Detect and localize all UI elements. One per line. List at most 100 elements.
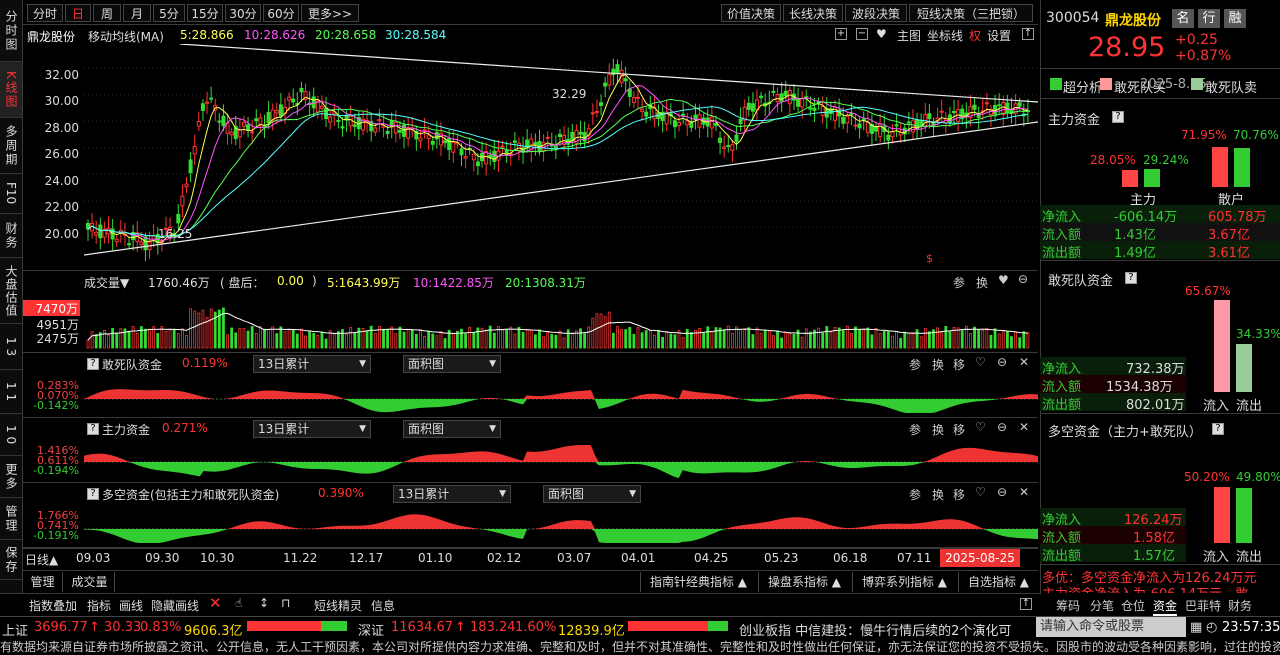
right-tab[interactable]: 巴菲特 [1185, 597, 1221, 614]
indicator-tab-custom[interactable]: 自选指标 ▲ [958, 572, 1038, 592]
panel-param-button[interactable]: 参 [909, 356, 921, 373]
side-tab-more[interactable]: 更多 [0, 456, 22, 498]
panel-heart-icon[interactable]: ♡ [975, 355, 986, 369]
volume-tab[interactable]: 成交量 [65, 572, 115, 592]
dividend-marker-icon[interactable]: $ [926, 252, 933, 265]
panel-heart-icon[interactable]: ♡ [975, 485, 986, 499]
indicator-tab-compass[interactable]: 指南针经典指标 ▲ [640, 572, 756, 592]
swing-decision-tab[interactable]: 波段决策 [845, 4, 907, 22]
side-tab-kline[interactable]: K线图 [0, 62, 22, 118]
favorite-heart-icon[interactable]: ♥ [876, 27, 887, 41]
period-month[interactable]: 月 [123, 4, 151, 22]
vol-param-button[interactable]: 参 [953, 274, 965, 291]
panel-param-button[interactable]: 参 [909, 486, 921, 503]
zoom-out-icon[interactable]: − [856, 28, 868, 40]
panel-switch-button[interactable]: 换 [932, 486, 944, 503]
panel-param-button[interactable]: 参 [909, 421, 921, 438]
right-tab[interactable]: 资金 [1153, 597, 1178, 616]
fund-area-chart[interactable] [84, 442, 1038, 480]
style-select[interactable]: 面积图 ▼ [403, 355, 501, 373]
kline-chart[interactable] [84, 44, 1038, 270]
help-icon[interactable]: ? [87, 488, 99, 500]
panel-close-icon[interactable]: ✕ [1019, 420, 1029, 434]
side-tab-manage[interactable]: 管理 [0, 498, 22, 540]
panel-move-button[interactable]: 移 [953, 421, 965, 438]
style-select[interactable]: 面积图 ▼ [543, 485, 641, 503]
help-icon[interactable]: ? [87, 358, 99, 370]
collapse-icon[interactable]: ↑ [1020, 598, 1032, 610]
pointer-hand-icon[interactable]: ☝ [235, 596, 242, 610]
indicator-button[interactable]: 指标 [87, 597, 111, 614]
side-tab-13[interactable]: 1 3 [0, 324, 22, 370]
side-tab-save[interactable]: 保存 [0, 540, 22, 580]
period-day[interactable]: 日 [65, 4, 91, 22]
manage-tab[interactable]: 管理 [23, 572, 63, 592]
command-input[interactable]: 请输入命令或股票 [1036, 617, 1186, 637]
vertical-move-icon[interactable]: ↕ [259, 596, 269, 610]
side-tab-timeshare[interactable]: 分时图 [0, 0, 22, 62]
coord-line-button[interactable]: 坐标线 [927, 27, 963, 44]
settings-button[interactable]: 设置 [987, 27, 1011, 44]
panel-search-icon[interactable]: ⊖ [997, 485, 1007, 499]
zoom-in-icon[interactable]: + [835, 28, 847, 40]
short-line-spirit-button[interactable]: 短线精灵 [314, 597, 362, 614]
grid-icon[interactable]: ▦ [1190, 620, 1202, 635]
period-axis-label[interactable]: 日线▲ [25, 551, 58, 568]
panel-heart-icon[interactable]: ♡ [975, 420, 986, 434]
volume-title[interactable]: 成交量▼ [84, 274, 129, 291]
side-tab-f10[interactable]: F10 [0, 174, 22, 214]
volume-chart[interactable] [84, 294, 1038, 350]
name-button[interactable]: 名 [1172, 9, 1194, 28]
side-tab-valuation[interactable]: 大盘估值 [0, 258, 22, 324]
help-icon[interactable]: ? [87, 423, 99, 435]
hide-lines-button[interactable]: 隐藏画线 [151, 597, 199, 614]
adjust-right-button[interactable]: 权 [969, 27, 981, 44]
panel-switch-button[interactable]: 换 [932, 356, 944, 373]
period-select[interactable]: 13日累计 ▼ [253, 355, 371, 373]
vol-switch-button[interactable]: 换 [976, 274, 988, 291]
period-60min[interactable]: 60分 [263, 4, 299, 22]
sz-label[interactable]: 深证 [358, 620, 384, 639]
indicator-tab-trading[interactable]: 操盘系指标 ▲ [758, 572, 850, 592]
lock-icon[interactable]: ⊓ [281, 596, 290, 610]
side-tab-11[interactable]: 1 1 [0, 370, 22, 414]
short-decision-tab[interactable]: 短线决策（三把锁） [909, 4, 1033, 22]
indicator-tab-game[interactable]: 博弈系列指标 ▲ [852, 572, 956, 592]
industry-button[interactable]: 行 [1198, 9, 1220, 28]
right-tab[interactable]: 财务 [1228, 597, 1252, 614]
side-tab-finance[interactable]: 财务 [0, 214, 22, 258]
panel-switch-button[interactable]: 换 [932, 421, 944, 438]
period-more[interactable]: 更多>> [301, 4, 359, 22]
right-tab[interactable]: 筹码 [1056, 597, 1080, 614]
news-ticker[interactable]: 创业板指 中信建投：慢牛行情后续的2个演化可 [739, 620, 1031, 639]
help-icon[interactable]: ? [1212, 423, 1224, 435]
panel-close-icon[interactable]: ✕ [1019, 485, 1029, 499]
draw-line-button[interactable]: 画线 [119, 597, 143, 614]
maximize-icon[interactable]: ↑ [1022, 28, 1034, 40]
main-chart-button[interactable]: 主图 [897, 27, 921, 44]
vol-heart-icon[interactable]: ♥ [998, 273, 1009, 287]
vol-search-icon[interactable]: ⊖ [1018, 272, 1028, 286]
panel-move-button[interactable]: 移 [953, 486, 965, 503]
long-decision-tab[interactable]: 长线决策 [783, 4, 843, 22]
side-tab-multi-period[interactable]: 多周期 [0, 118, 22, 174]
index-overlay-button[interactable]: 指数叠加 [29, 597, 77, 614]
delete-x-icon[interactable]: ✕ [209, 594, 222, 612]
period-week[interactable]: 周 [93, 4, 121, 22]
period-5min[interactable]: 5分 [153, 4, 185, 22]
period-30min[interactable]: 30分 [225, 4, 261, 22]
period-select[interactable]: 13日累计 ▼ [253, 420, 371, 438]
fund-area-chart[interactable] [84, 377, 1038, 415]
margin-button[interactable]: 融 [1224, 9, 1246, 28]
panel-move-button[interactable]: 移 [953, 356, 965, 373]
panel-close-icon[interactable]: ✕ [1019, 355, 1029, 369]
help-icon[interactable]: ? [1112, 111, 1124, 123]
style-select[interactable]: 面积图 ▼ [403, 420, 501, 438]
period-timeshare[interactable]: 分时 [27, 4, 63, 22]
value-decision-tab[interactable]: 价值决策 [721, 4, 781, 22]
fund-area-chart[interactable] [84, 507, 1038, 545]
sh-label[interactable]: 上证 [2, 620, 28, 639]
right-tab[interactable]: 仓位 [1121, 597, 1145, 614]
panel-search-icon[interactable]: ⊖ [997, 420, 1007, 434]
help-icon[interactable]: ? [1125, 272, 1137, 284]
